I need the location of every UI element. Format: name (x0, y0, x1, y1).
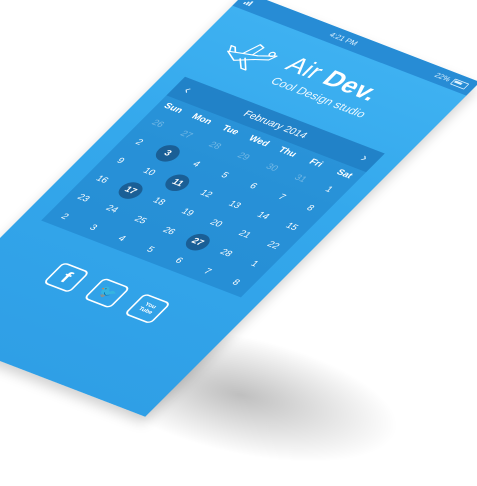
chevron-right-icon[interactable]: › (356, 152, 372, 165)
battery-percent: 22% (432, 71, 453, 83)
calendar-day[interactable]: 5 (134, 239, 168, 261)
youtube-icon[interactable]: You Tube (123, 293, 172, 325)
twitter-icon[interactable]: 🐦 (83, 277, 131, 309)
chevron-left-icon[interactable]: ‹ (180, 84, 195, 97)
facebook-glyph: f (56, 268, 78, 286)
signal-icon (242, 0, 254, 7)
calendar-day[interactable]: 6 (162, 250, 196, 272)
facebook-icon[interactable]: f (42, 261, 91, 294)
calendar-day[interactable]: 4 (105, 228, 139, 250)
calendar-day[interactable]: 3 (76, 217, 110, 239)
stage: 4:21 PM 22% Air Dev. Cool Design studio (0, 0, 477, 486)
battery-icon (450, 78, 470, 90)
calendar-day[interactable]: 8 (219, 272, 253, 294)
twitter-glyph: 🐦 (94, 284, 121, 302)
youtube-glyph: You Tube (136, 301, 158, 316)
calendar-day[interactable]: 2 (48, 206, 82, 228)
calendar-day[interactable]: 7 (191, 261, 225, 283)
